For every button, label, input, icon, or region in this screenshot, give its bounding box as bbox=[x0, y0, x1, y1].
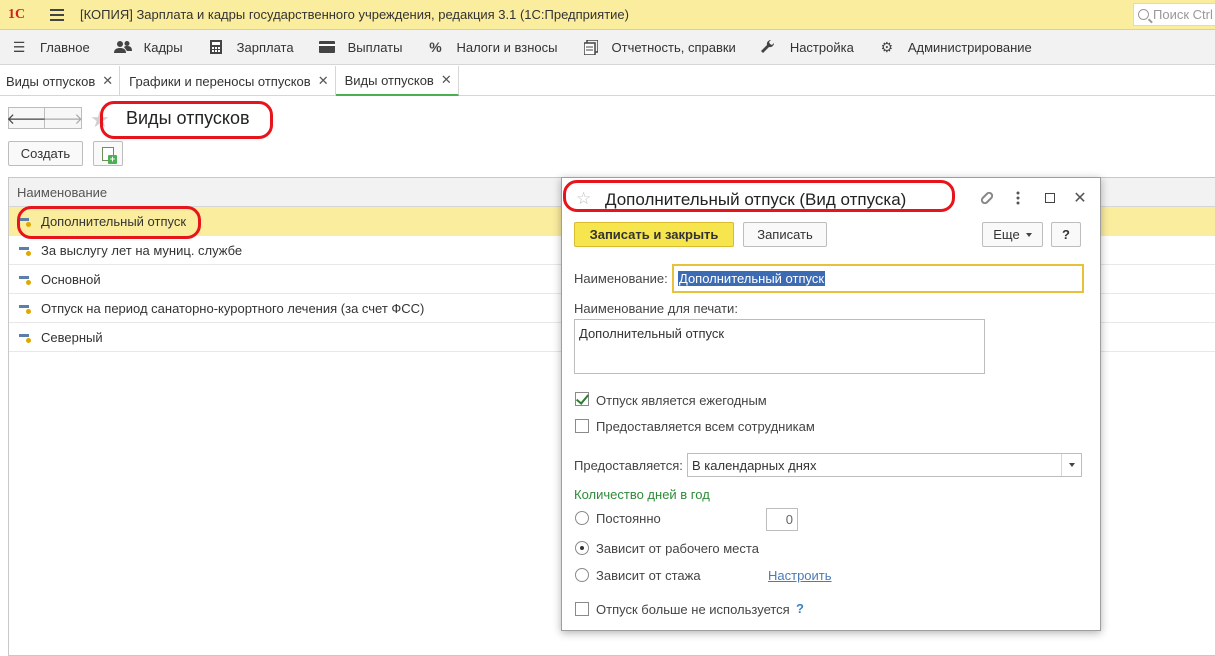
catalog-item-icon bbox=[19, 216, 31, 227]
menu-item-label: Главное bbox=[40, 39, 90, 55]
close-icon[interactable]: ✕ bbox=[1070, 188, 1090, 208]
favorite-star-icon[interactable]: ★ bbox=[90, 107, 110, 133]
tab-leave-types-2[interactable]: Виды отпусков ✕ bbox=[335, 66, 459, 96]
dropdown-arrow-icon[interactable] bbox=[1061, 454, 1081, 476]
tab-label: Графики и переносы отпусков bbox=[129, 73, 311, 89]
list-item-label: Дополнительный отпуск bbox=[41, 213, 187, 229]
app-logo: 1С bbox=[8, 6, 26, 22]
tab-label: Виды отпусков bbox=[344, 72, 434, 88]
open-windows-tabs: Виды отпусков ✕ Графики и переносы отпус… bbox=[0, 66, 1215, 96]
menu-item-taxes[interactable]: % Налоги и взносы bbox=[416, 30, 571, 65]
provided-label: Предоставляется: bbox=[574, 458, 683, 473]
leave-type-dialog: ☆ Дополнительный отпуск (Вид отпуска) ✕ … bbox=[561, 177, 1101, 631]
search-placeholder: Поиск Ctrl bbox=[1153, 7, 1213, 22]
list-item-label: Отпуск на период санаторно-курортного ле… bbox=[41, 300, 425, 316]
help-question-icon[interactable]: ? bbox=[796, 601, 804, 616]
wrench-icon bbox=[760, 39, 778, 55]
radio-constant[interactable] bbox=[575, 511, 589, 525]
radio-constant-label: Постоянно bbox=[596, 511, 661, 526]
menu-item-administration[interactable]: ⚙ Администрирование bbox=[868, 30, 1046, 65]
list-icon: ☰ bbox=[12, 38, 26, 55]
menu-item-settings[interactable]: Настройка bbox=[750, 30, 868, 65]
name-field-value: Дополнительный отпуск bbox=[678, 271, 826, 286]
window-title: [КОПИЯ] Зарплата и кадры государственног… bbox=[80, 7, 629, 22]
name-label: Наименование: bbox=[574, 271, 668, 286]
radio-workplace[interactable] bbox=[575, 541, 589, 555]
menu-item-label: Администрирование bbox=[907, 39, 1032, 55]
configure-link[interactable]: Настроить bbox=[768, 568, 832, 583]
all-employees-label: Предоставляется всем сотрудникам bbox=[596, 419, 815, 434]
menu-item-main[interactable]: ☰ Главное bbox=[0, 30, 104, 65]
search-icon bbox=[1138, 9, 1149, 20]
list-item-label: Северный bbox=[41, 329, 103, 345]
tab-leave-types-1[interactable]: Виды отпусков ✕ bbox=[0, 66, 121, 96]
days-per-year-group-title: Количество дней в год bbox=[574, 487, 710, 502]
provided-select-value: В календарных днях bbox=[692, 457, 817, 473]
search-input[interactable]: Поиск Ctrl bbox=[1133, 3, 1215, 26]
forward-button[interactable]: 🡒 bbox=[43, 107, 83, 129]
print-name-field[interactable]: Дополнительный отпуск bbox=[574, 319, 985, 374]
dialog-title: Дополнительный отпуск (Вид отпуска) bbox=[605, 190, 907, 209]
menu-item-label: Настройка bbox=[789, 39, 854, 55]
print-name-label: Наименование для печати: bbox=[574, 301, 738, 316]
menu-item-reports[interactable]: Отчетность, справки bbox=[572, 30, 750, 65]
close-icon[interactable]: ✕ bbox=[102, 73, 113, 89]
create-group-button[interactable] bbox=[93, 141, 123, 166]
catalog-item-icon bbox=[19, 303, 31, 314]
menu-item-payments[interactable]: Выплаты bbox=[308, 30, 417, 65]
close-icon[interactable]: ✕ bbox=[441, 72, 452, 88]
gear-icon: ⚙ bbox=[880, 38, 894, 55]
favorite-star-icon[interactable]: ☆ bbox=[576, 189, 591, 209]
menu-item-label: Зарплата bbox=[236, 39, 294, 55]
chevron-down-icon bbox=[1025, 232, 1032, 237]
save-button[interactable]: Записать bbox=[743, 222, 827, 247]
menu-item-label: Отчетность, справки bbox=[611, 39, 736, 55]
catalog-item-icon bbox=[19, 274, 31, 285]
tab-leave-schedules[interactable]: Графики и переносы отпусков ✕ bbox=[120, 66, 336, 96]
all-employees-checkbox[interactable] bbox=[575, 419, 589, 433]
back-button[interactable]: 🡐 bbox=[6, 107, 47, 129]
report-icon bbox=[582, 39, 600, 55]
percent-icon: % bbox=[429, 39, 442, 55]
wallet-icon bbox=[318, 39, 336, 55]
list-item-label: За выслугу лет на муниц. службе bbox=[41, 242, 243, 258]
navigation-buttons: 🡐 🡒 bbox=[6, 107, 83, 129]
page-title: Виды отпусков bbox=[126, 108, 250, 128]
menu-item-hr[interactable]: Кадры bbox=[104, 30, 197, 65]
radio-seniority-label: Зависит от стажа bbox=[596, 568, 701, 583]
radio-seniority[interactable] bbox=[575, 568, 589, 582]
tab-label: Виды отпусков bbox=[6, 73, 96, 89]
radio-workplace-label: Зависит от рабочего места bbox=[596, 541, 759, 556]
save-and-close-button[interactable]: Записать и закрыть bbox=[574, 222, 734, 247]
menu-item-salary[interactable]: Зарплата bbox=[197, 30, 308, 65]
create-button[interactable]: Создать bbox=[8, 141, 83, 166]
list-item-label: Основной bbox=[41, 271, 101, 287]
people-icon bbox=[113, 39, 132, 55]
name-field[interactable]: Дополнительный отпуск bbox=[672, 264, 1084, 293]
help-button[interactable]: ? bbox=[1051, 222, 1081, 247]
constant-days-field[interactable]: 0 bbox=[766, 508, 798, 531]
menu-item-label: Кадры bbox=[143, 39, 183, 55]
calculator-icon bbox=[207, 39, 225, 55]
annual-leave-checkbox[interactable] bbox=[575, 392, 589, 406]
close-icon[interactable]: ✕ bbox=[318, 73, 329, 89]
catalog-item-icon bbox=[19, 332, 31, 343]
maximize-icon[interactable] bbox=[1040, 188, 1060, 208]
add-document-icon bbox=[102, 146, 117, 164]
annual-leave-label: Отпуск является ежегодным bbox=[596, 393, 767, 408]
more-button[interactable]: Еще bbox=[982, 222, 1043, 247]
not-used-label: Отпуск больше не используется bbox=[596, 602, 790, 617]
link-icon[interactable] bbox=[977, 188, 997, 208]
not-used-checkbox[interactable] bbox=[575, 602, 589, 616]
provided-select[interactable]: В календарных днях bbox=[687, 453, 1082, 477]
menu-item-label: Выплаты bbox=[347, 39, 403, 55]
title-bar: 1С [КОПИЯ] Зарплата и кадры государствен… bbox=[0, 0, 1215, 30]
more-actions-icon[interactable] bbox=[1008, 188, 1028, 208]
catalog-item-icon bbox=[19, 245, 31, 256]
menu-item-label: Налоги и взносы bbox=[456, 39, 558, 55]
more-button-label: Еще bbox=[993, 227, 1020, 242]
main-menu-icon[interactable] bbox=[50, 6, 64, 24]
sections-menu: ☰ Главное Кадры Зарплата Выплаты % Налог… bbox=[0, 30, 1215, 65]
